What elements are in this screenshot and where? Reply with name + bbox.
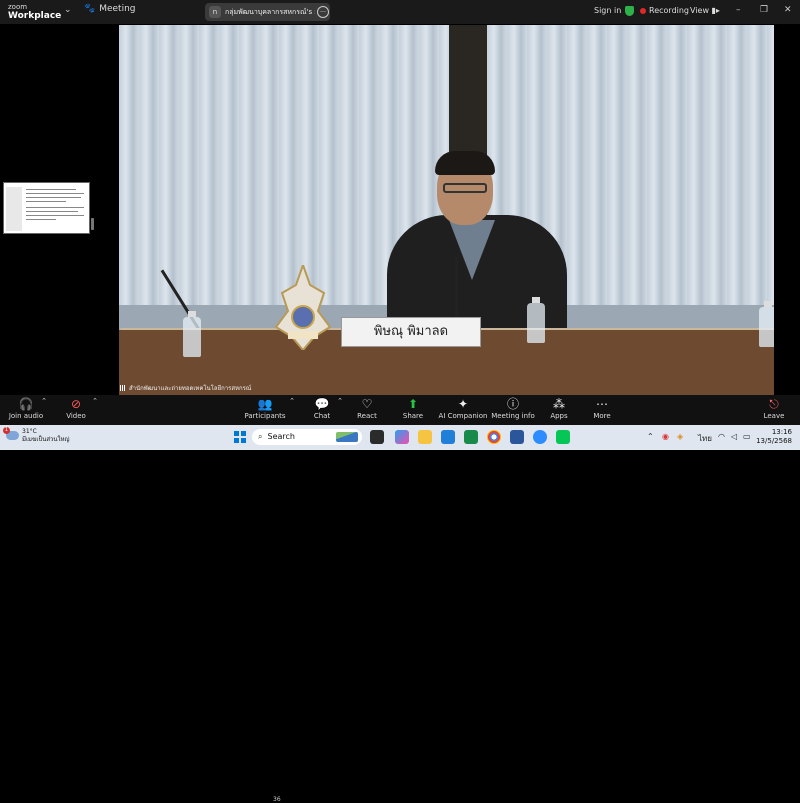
clock-date: 13/5/2568 [756, 437, 792, 445]
restore-button[interactable]: ❐ [760, 5, 768, 15]
antivirus-icon[interactable]: ◉ [662, 432, 669, 441]
thumbnail-resize-handle[interactable] [91, 218, 94, 230]
thumbnail-line [26, 207, 84, 208]
meeting-toolbar: 🎧 Join audio ⌃ ⊘ Video ⌃ 👥 Participants … [0, 395, 800, 803]
signal-bars-icon [120, 385, 126, 391]
watermark-text: สำนักพัฒนาและถ่ายทอดเทคโนโลยีการสหกรณ์ [129, 385, 252, 392]
zoom-logo: zoom Workplace [8, 3, 61, 21]
copilot-icon[interactable] [395, 430, 409, 444]
water-bottle [759, 301, 774, 347]
thumbnail-line [26, 193, 84, 194]
search-highlight-icon [336, 432, 358, 442]
zoom-icon[interactable] [533, 430, 547, 444]
speaker-video[interactable]: พิษณุ พิมาลด [119, 25, 774, 395]
volume-icon[interactable]: ◁ [731, 432, 737, 441]
windows-taskbar: 1 31°C มีเมฆเป็นส่วนใหญ่ ⌕ Search ⌃ ◉ ◈ … [0, 425, 800, 450]
search-label: Search [267, 432, 295, 441]
view-button[interactable]: View ▮▸ [690, 6, 720, 15]
record-dot-icon [640, 7, 646, 14]
screen-share-indicator[interactable]: n กลุ่มพัฒนาบุคลากรสหกรณ์'s screen … [205, 3, 330, 21]
person-hair [435, 151, 495, 175]
apps-label: Apps [550, 412, 568, 420]
nameplate: พิษณุ พิมาลด [341, 317, 481, 347]
windows-start-icon[interactable] [234, 431, 246, 443]
task-view-icon[interactable] [370, 430, 384, 444]
system-clock[interactable]: 13:16 13/5/2568 [752, 428, 792, 446]
shield-icon[interactable] [625, 6, 634, 16]
person-glasses [443, 183, 487, 193]
battery-icon[interactable]: ▭ [743, 432, 751, 441]
recording-label: Recording [649, 6, 690, 15]
weather-widget[interactable]: 1 31°C มีเมฆเป็นส่วนใหญ่ [3, 427, 70, 444]
file-explorer-icon[interactable] [418, 430, 432, 444]
chevron-down-icon[interactable]: ⌄ [64, 5, 72, 15]
view-label: View [690, 6, 709, 15]
participants-count: 36 [273, 796, 281, 803]
react-label: React [357, 412, 377, 420]
more-icon: ⋯ [596, 397, 608, 411]
thumbnail-line [26, 219, 56, 220]
close-button[interactable]: ✕ [784, 5, 792, 15]
sharer-avatar: n [209, 6, 221, 18]
meeting-menu[interactable]: 🐾 Meeting [84, 4, 136, 14]
thumbnail-sidebar [6, 187, 22, 231]
shared-screen-thumbnail[interactable] [3, 182, 90, 234]
participants-label: Participants [244, 412, 286, 420]
join-audio-label: Join audio [8, 412, 44, 420]
ai-companion-label: AI Companion [438, 412, 488, 420]
video-options-caret[interactable]: ⌃ [65, 397, 125, 405]
leave-label: Leave [763, 412, 785, 420]
clock-time: 13:16 [771, 428, 792, 436]
thumbnail-line [26, 189, 76, 190]
outlook-icon[interactable] [441, 430, 455, 444]
notification-badge: 1 [3, 427, 10, 434]
thumbnail-line [26, 211, 78, 212]
paw-icon: 🐾 [84, 4, 96, 14]
video-watermark: สำนักพัฒนาและถ่ายทอดเทคโนโลยีการสหกรณ์ [120, 383, 251, 393]
word-icon[interactable] [510, 430, 524, 444]
sharer-label: กลุ่มพัฒนาบุคลากรสหกรณ์'s screen [225, 7, 315, 16]
title-bar: zoom Workplace ⌄ 🐾 Meeting n กลุ่มพัฒนาบ… [0, 0, 800, 24]
taskbar-search[interactable]: ⌕ Search [252, 429, 362, 445]
tray-overflow-icon[interactable]: ⌃ [647, 432, 654, 441]
more-button[interactable]: ⋯ More [572, 397, 632, 420]
thumbnail-line [26, 197, 81, 198]
share-label: Share [402, 412, 424, 420]
water-bottle [527, 297, 545, 343]
language-indicator[interactable]: ไทย [698, 432, 712, 445]
excel-icon[interactable] [464, 430, 478, 444]
chrome-icon[interactable] [487, 430, 501, 444]
recording-indicator[interactable]: Recording [640, 6, 689, 15]
line-icon[interactable] [556, 430, 570, 444]
leave-icon: ⎋ [769, 397, 779, 411]
water-bottle [183, 311, 201, 357]
more-options-icon[interactable]: … [317, 6, 329, 18]
search-icon: ⌕ [258, 432, 263, 441]
leave-button[interactable]: ⎋ Leave [744, 397, 800, 420]
royal-emblem-icon [274, 265, 332, 350]
minimize-button[interactable]: – [736, 5, 741, 15]
sign-in-button[interactable]: Sign in [594, 6, 621, 15]
wifi-icon[interactable]: ◠ [718, 432, 725, 441]
cloud-icon: 1 [3, 427, 19, 440]
tray-app-icon[interactable]: ◈ [677, 432, 683, 441]
more-label: More [593, 412, 611, 420]
weather-desc: มีเมฆเป็นส่วนใหญ่ [22, 436, 70, 443]
brand-line2: Workplace [8, 11, 62, 21]
chat-label: Chat [313, 412, 331, 420]
weather-temp: 31°C [22, 428, 37, 435]
thumbnail-line [26, 201, 66, 202]
video-label: Video [66, 412, 86, 420]
meeting-label: Meeting [99, 4, 136, 14]
thumbnail-line [26, 215, 84, 216]
